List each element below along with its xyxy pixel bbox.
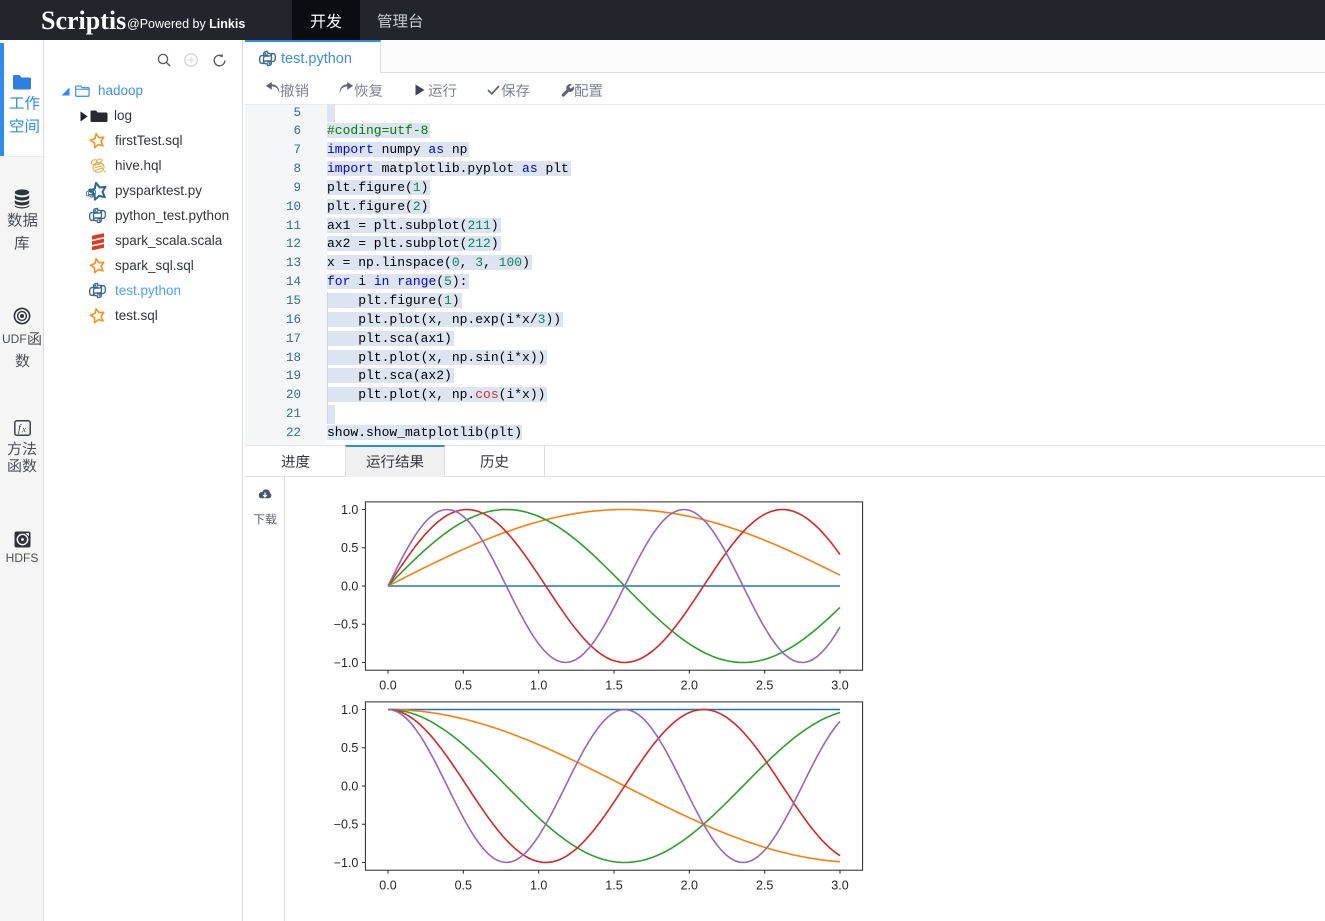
svg-text:3.0: 3.0 [831, 679, 848, 693]
svg-text:1.0: 1.0 [341, 503, 358, 517]
svg-text:x: x [21, 425, 26, 434]
svg-text:1.5: 1.5 [605, 879, 622, 893]
svg-text:0.5: 0.5 [455, 879, 472, 893]
svg-text:0.5: 0.5 [341, 541, 358, 555]
svg-text:2.5: 2.5 [756, 879, 773, 893]
svg-text:1.0: 1.0 [530, 879, 547, 893]
svg-text:0.0: 0.0 [379, 879, 396, 893]
svg-text:3.0: 3.0 [831, 879, 848, 893]
svg-text:2.0: 2.0 [681, 879, 698, 893]
svg-text:−0.5: −0.5 [334, 618, 359, 632]
svg-text:0.0: 0.0 [341, 579, 358, 593]
svg-text:−1.0: −1.0 [334, 656, 359, 670]
svg-text:0.5: 0.5 [341, 741, 358, 755]
svg-text:0.0: 0.0 [379, 679, 396, 693]
svg-text:0.5: 0.5 [455, 679, 472, 693]
svg-text:2.5: 2.5 [756, 679, 773, 693]
svg-text:0.0: 0.0 [341, 779, 358, 793]
svg-text:1.0: 1.0 [530, 679, 547, 693]
svg-text:−1.0: −1.0 [334, 856, 359, 870]
svg-text:−0.5: −0.5 [334, 818, 359, 832]
svg-text:2.0: 2.0 [681, 679, 698, 693]
svg-text:1.5: 1.5 [605, 679, 622, 693]
svg-text:1.0: 1.0 [341, 703, 358, 717]
